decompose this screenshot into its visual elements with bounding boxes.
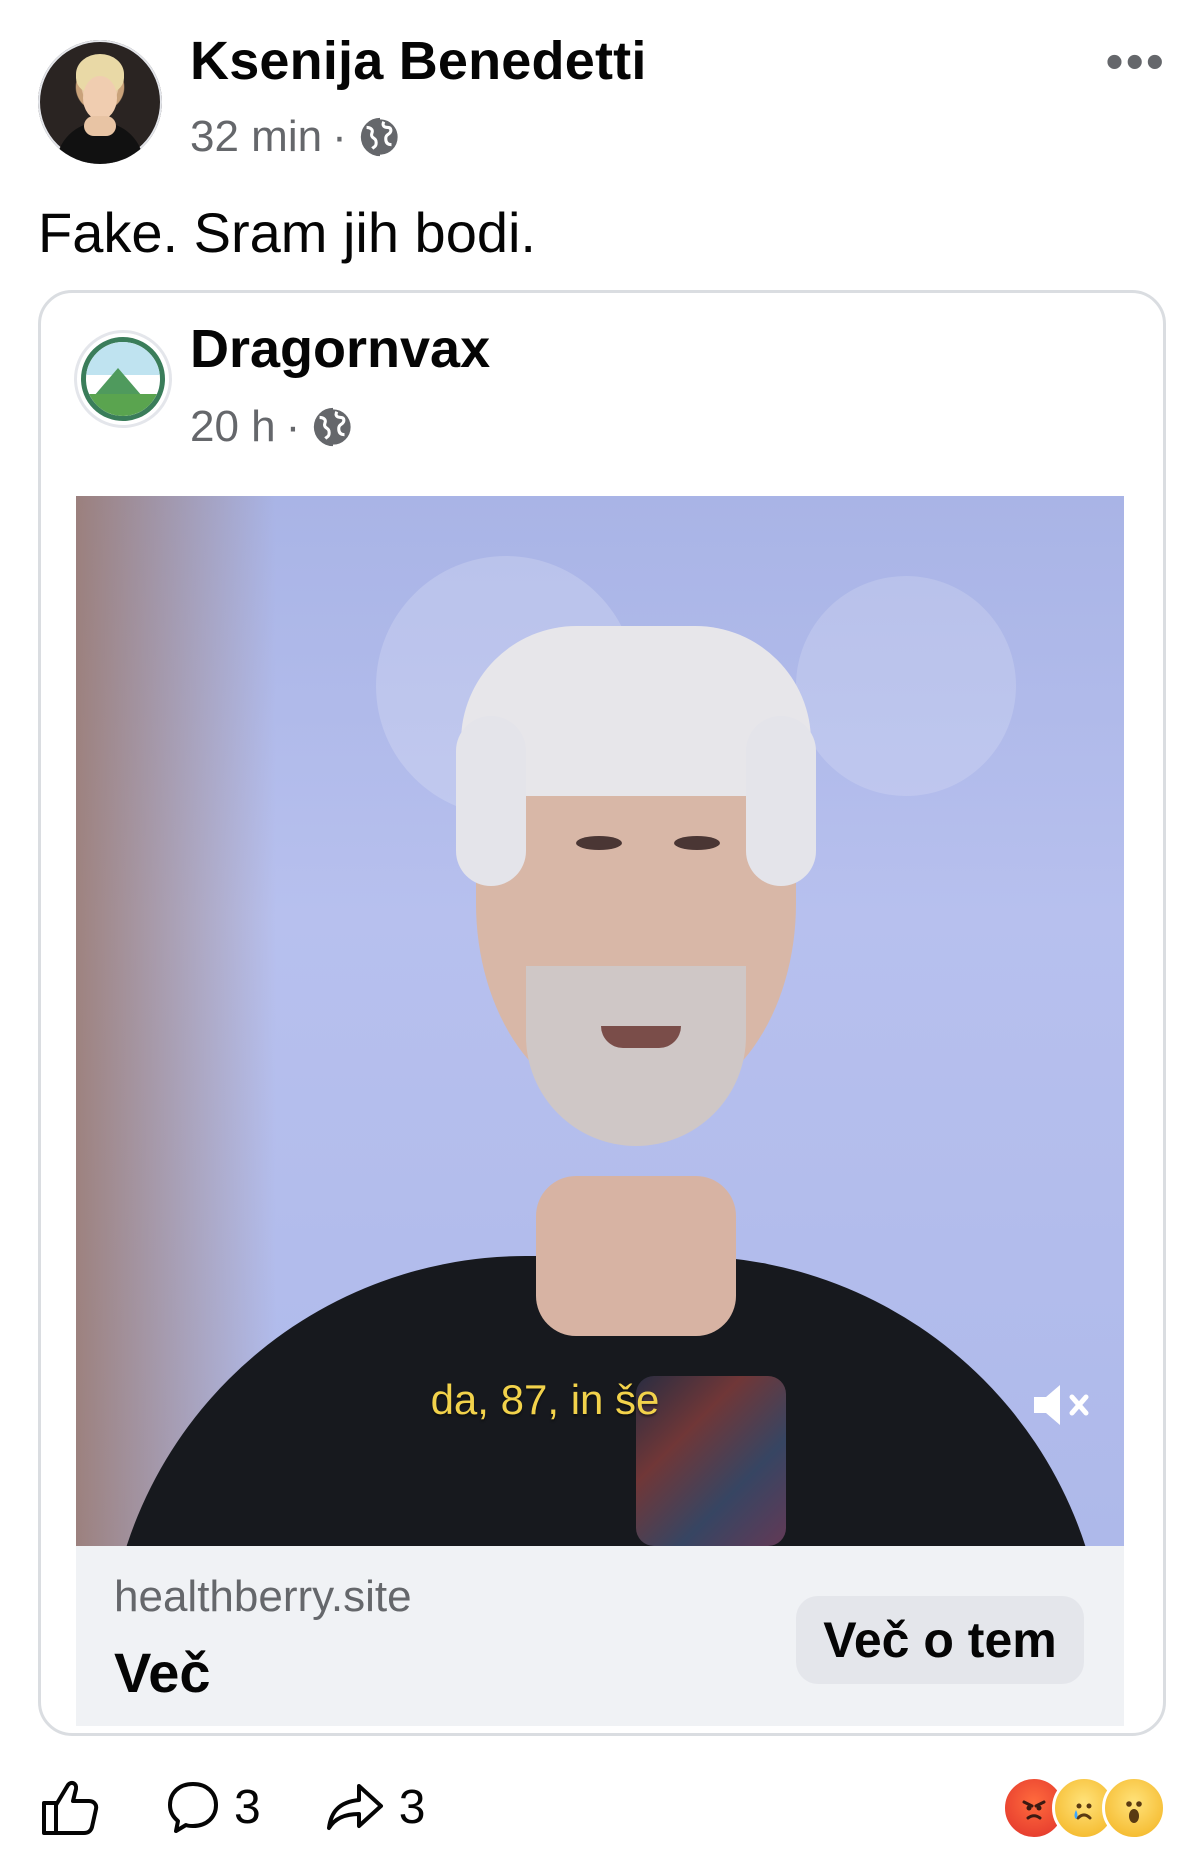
- meta-separator: ·: [332, 112, 347, 161]
- link-domain: healthberry.site: [114, 1572, 412, 1621]
- reaction-summary[interactable]: [1002, 1776, 1166, 1840]
- video-player[interactable]: da, 87, in še: [76, 496, 1124, 1546]
- avatar-hand: [84, 116, 116, 136]
- comment-icon: [168, 1782, 218, 1833]
- video-person-eye-left: [576, 836, 622, 850]
- like-button[interactable]: [38, 1777, 102, 1837]
- shared-meta-separator: ·: [285, 402, 301, 451]
- comment-count: 3: [234, 1780, 261, 1834]
- link-title[interactable]: Več: [114, 1640, 211, 1705]
- video-person-hair-right: [746, 716, 816, 886]
- globe-icon: [314, 406, 354, 448]
- shared-meta: 20 h ·: [190, 402, 356, 452]
- post-time[interactable]: 32 min: [190, 112, 322, 162]
- comment-button[interactable]: 3: [164, 1778, 261, 1836]
- video-person-eye-right: [674, 836, 720, 850]
- video-person-mouth: [601, 1026, 681, 1048]
- post-actions: 3 3: [38, 1772, 487, 1842]
- video-person-hair-left: [456, 716, 526, 886]
- video-bokeh: [796, 576, 1016, 796]
- video-person-beard: [526, 966, 746, 1146]
- muted-speaker-icon[interactable]: [1020, 1370, 1100, 1440]
- logo-ring: [81, 337, 165, 421]
- shared-time[interactable]: 20 h: [190, 402, 276, 452]
- wow-face-icon: [1126, 1801, 1142, 1823]
- sad-face-icon: [1074, 1803, 1092, 1820]
- post-meta: 32 min ·: [190, 112, 403, 162]
- muted-speaker-icon: [1034, 1385, 1089, 1425]
- more-dots-icon[interactable]: •••: [1105, 36, 1166, 88]
- shared-page-name[interactable]: Dragornvax: [190, 318, 490, 380]
- logo-grass: [86, 393, 160, 416]
- video-person-neck: [536, 1176, 736, 1336]
- avatar-face: [83, 76, 117, 120]
- thumbs-up-icon: [42, 1780, 99, 1835]
- share-button[interactable]: 3: [323, 1778, 426, 1836]
- globe-icon: [360, 116, 401, 158]
- share-count: 3: [398, 1780, 426, 1834]
- wow-reaction-icon: [1102, 1776, 1166, 1840]
- logo-mountain: [94, 368, 142, 396]
- post-text: Fake. Sram jih bodi.: [38, 201, 536, 264]
- share-icon: [326, 1784, 383, 1830]
- author-name[interactable]: Ksenija Benedetti: [190, 30, 647, 92]
- learn-more-button[interactable]: Več o tem: [796, 1596, 1084, 1684]
- page-logo[interactable]: [74, 330, 172, 428]
- angry-face-icon: [1022, 1800, 1046, 1820]
- author-avatar[interactable]: [38, 40, 162, 164]
- video-caption: da, 87, in še: [430, 1376, 660, 1423]
